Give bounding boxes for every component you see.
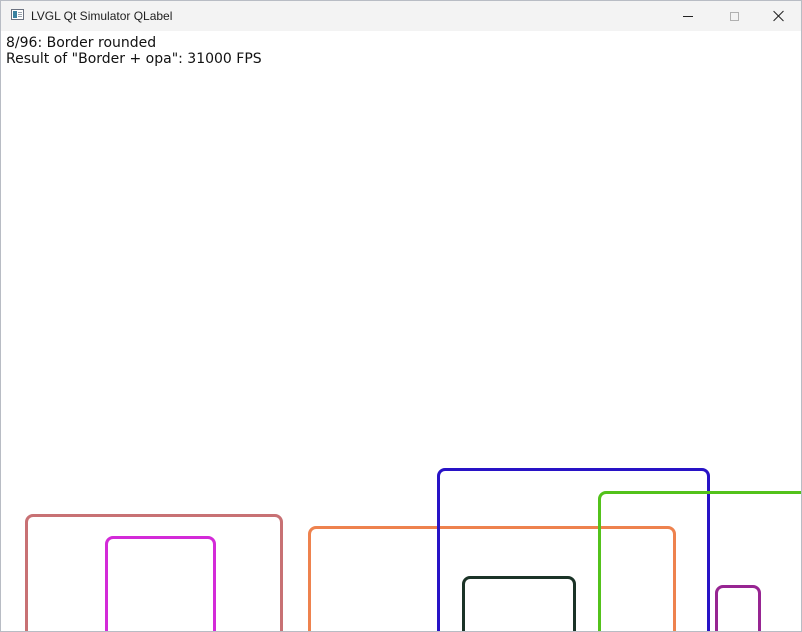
rounded-border-box [598,491,801,631]
simulator-window: LVGL Qt Simulator QLabel 8/96: Border ro… [0,0,802,632]
close-icon [773,10,785,22]
rounded-border-box [715,585,761,631]
maximize-icon [729,11,739,21]
benchmark-scene-label: 8/96: Border rounded [6,35,157,51]
title-bar[interactable]: LVGL Qt Simulator QLabel [1,1,801,31]
lvgl-canvas[interactable]: 8/96: Border rounded Result of "Border +… [1,31,801,631]
minimize-button[interactable] [665,1,711,31]
rounded-border-box [462,576,576,631]
window-title: LVGL Qt Simulator QLabel [31,9,173,23]
minimize-icon [683,15,693,17]
rounded-border-box [105,536,216,631]
maximize-button[interactable] [711,1,757,31]
benchmark-result-label: Result of "Border + opa": 31000 FPS [6,51,262,67]
app-window-icon [11,9,24,20]
close-button[interactable] [756,1,801,31]
